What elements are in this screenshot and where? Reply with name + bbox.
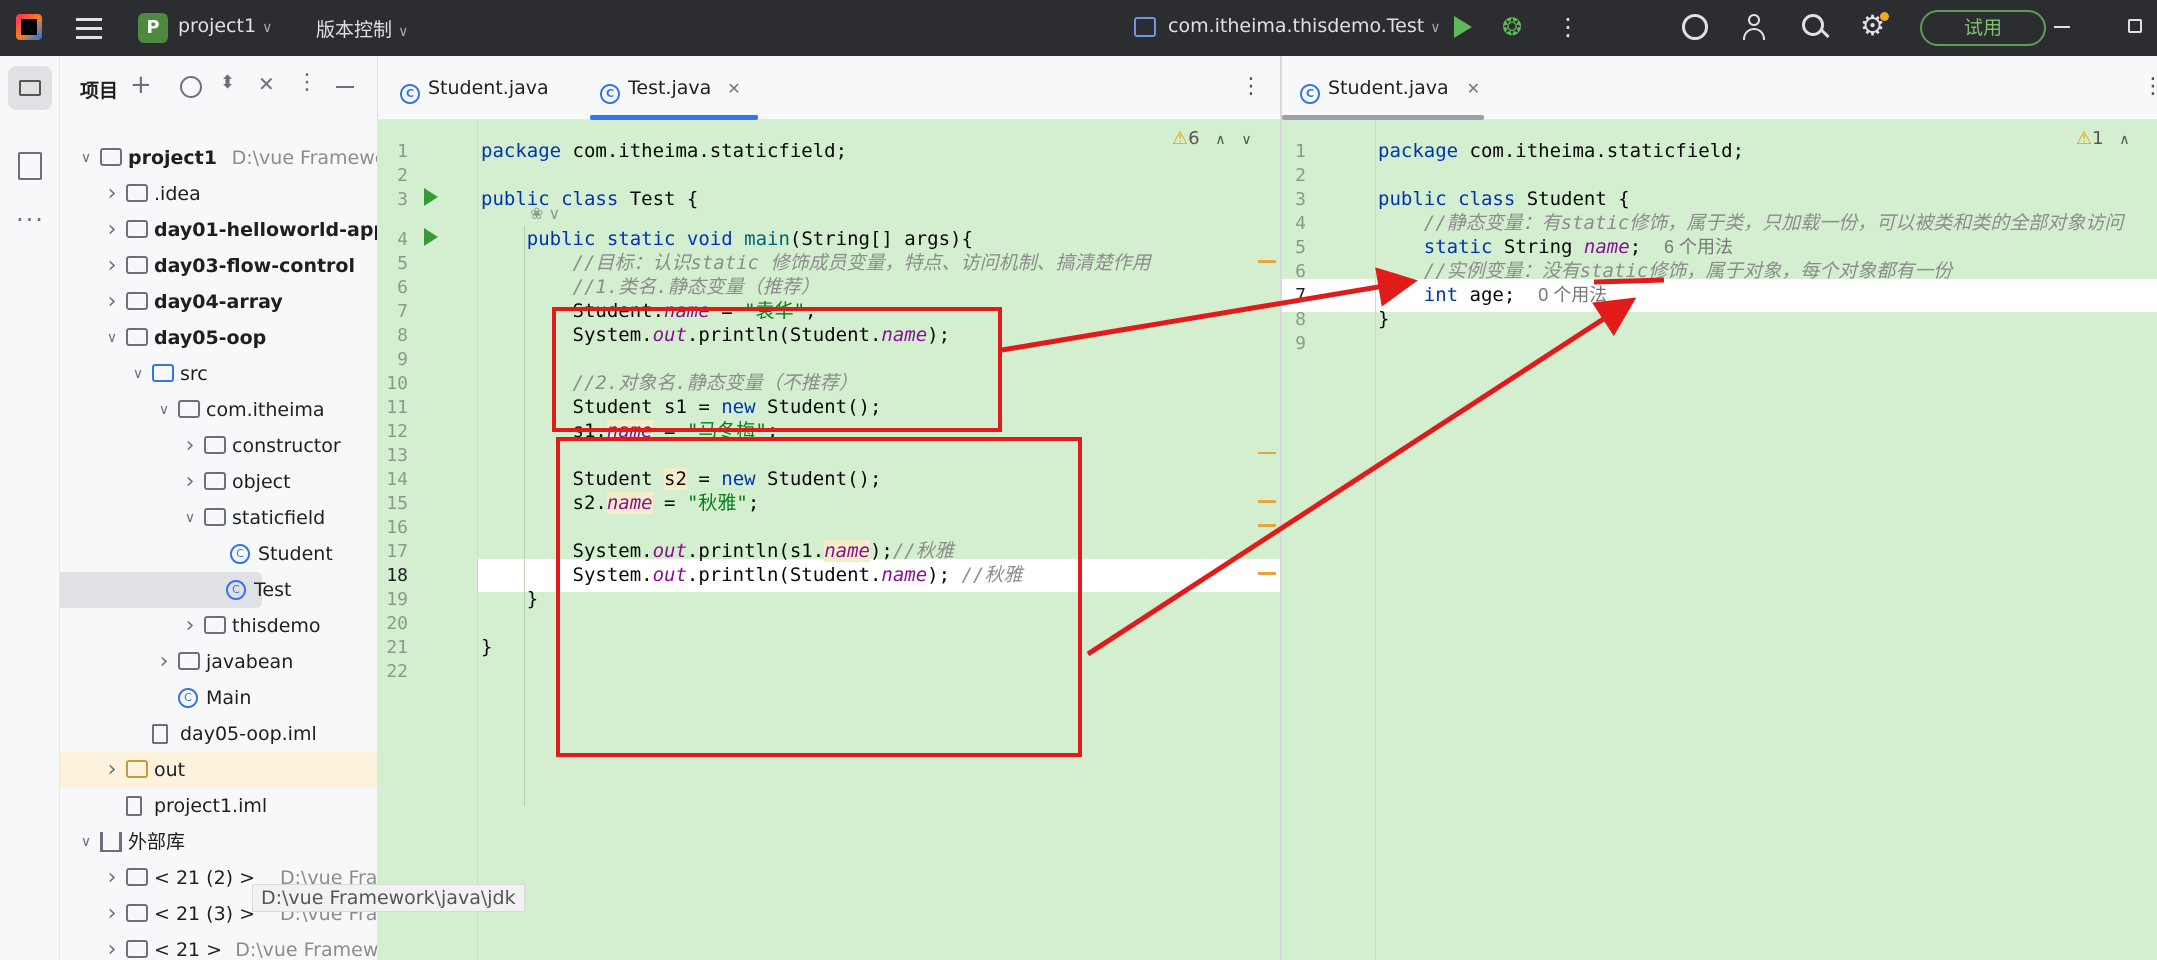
arrow-object-to-field — [1086, 297, 1637, 657]
annotation-arrows — [1001, 267, 1665, 657]
arrow-class-to-field — [1001, 267, 1418, 353]
underline-name-field — [1593, 277, 1665, 285]
ide-window: P project1 ∨ 版本控制 ∨ com.itheima.thisdemo… — [0, 0, 2157, 960]
